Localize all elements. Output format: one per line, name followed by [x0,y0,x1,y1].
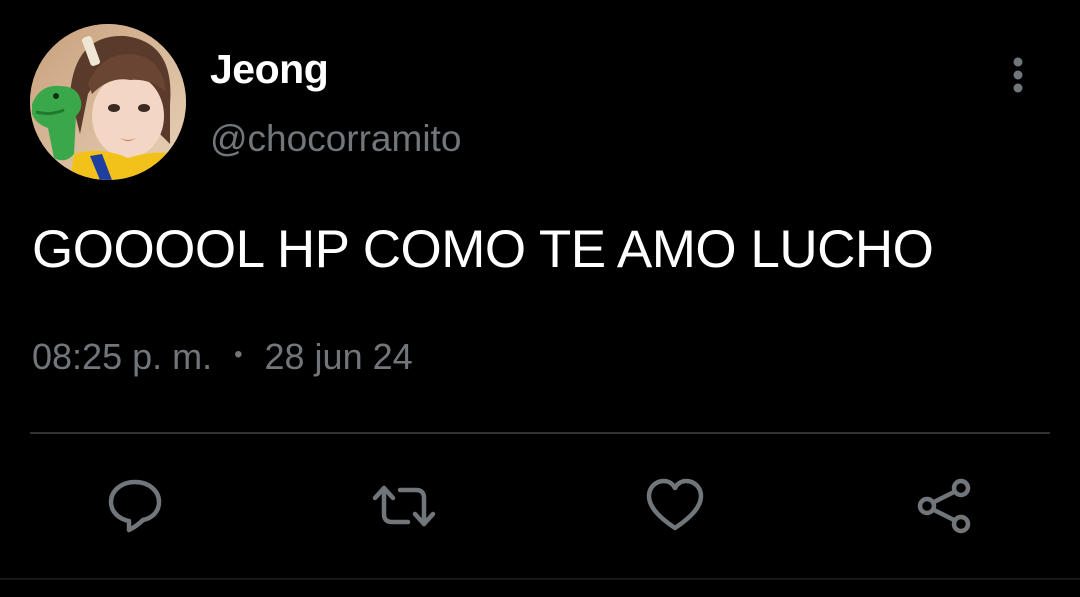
divider [30,432,1050,434]
avatar-photo [30,24,186,180]
retweet-icon [372,485,436,527]
retweet-button[interactable] [372,474,436,538]
tweet-date: 28 jun 24 [264,336,413,377]
tweet-timestamp: 08:25 p. m. • 28 jun 24 [32,334,413,382]
author-display-name[interactable]: Jeong [210,44,329,94]
meta-separator: • [234,341,243,369]
author-handle[interactable]: @chocorramito [210,116,461,162]
share-icon [917,478,971,534]
avatar[interactable] [30,24,186,180]
reply-button[interactable] [103,474,167,538]
comment-icon [108,479,162,533]
tweet-time: 08:25 p. m. [32,336,213,377]
like-button[interactable] [643,474,707,538]
bottom-divider [0,578,1080,580]
share-button[interactable] [913,474,977,538]
more-vertical-icon [1013,57,1023,93]
more-options-button[interactable] [996,50,1040,100]
heart-icon [646,478,704,531]
tweet-text: GOOOOL HP COMO TE AMO LUCHO [32,220,934,279]
